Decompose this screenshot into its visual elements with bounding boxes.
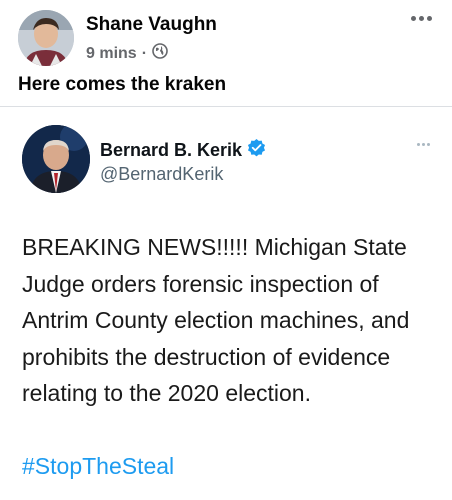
tweet-author-avatar[interactable] <box>22 125 90 193</box>
post-author-avatar[interactable] <box>18 10 74 66</box>
tweet-hashtag-link[interactable]: #StopTheSteal <box>22 448 174 485</box>
post-author-name[interactable]: Shane Vaughn <box>86 14 217 36</box>
post-text: Here comes the kraken <box>18 74 227 95</box>
meta-separator: · <box>141 44 148 62</box>
globe-icon <box>152 43 168 64</box>
post-more-options-icon[interactable] <box>411 16 432 21</box>
post-header: Shane Vaughn 9 mins · <box>18 10 438 66</box>
tweet-body-text: BREAKING NEWS!!!!! Michigan State Judge … <box>22 234 410 406</box>
post-timestamp[interactable]: 9 mins <box>86 45 137 63</box>
post-meta: 9 mins · <box>86 43 168 64</box>
verified-badge-icon <box>247 138 266 162</box>
tweet-author-name-text: Bernard B. Kerik <box>100 139 243 160</box>
tweet-author-name[interactable]: Bernard B. Kerik <box>100 138 266 162</box>
embedded-tweet-card[interactable]: Bernard B. Kerik @BernardKerik BREAKING … <box>0 106 452 500</box>
tweet-author-handle[interactable]: @BernardKerik <box>100 164 223 185</box>
tweet-more-options-icon[interactable] <box>417 143 430 146</box>
